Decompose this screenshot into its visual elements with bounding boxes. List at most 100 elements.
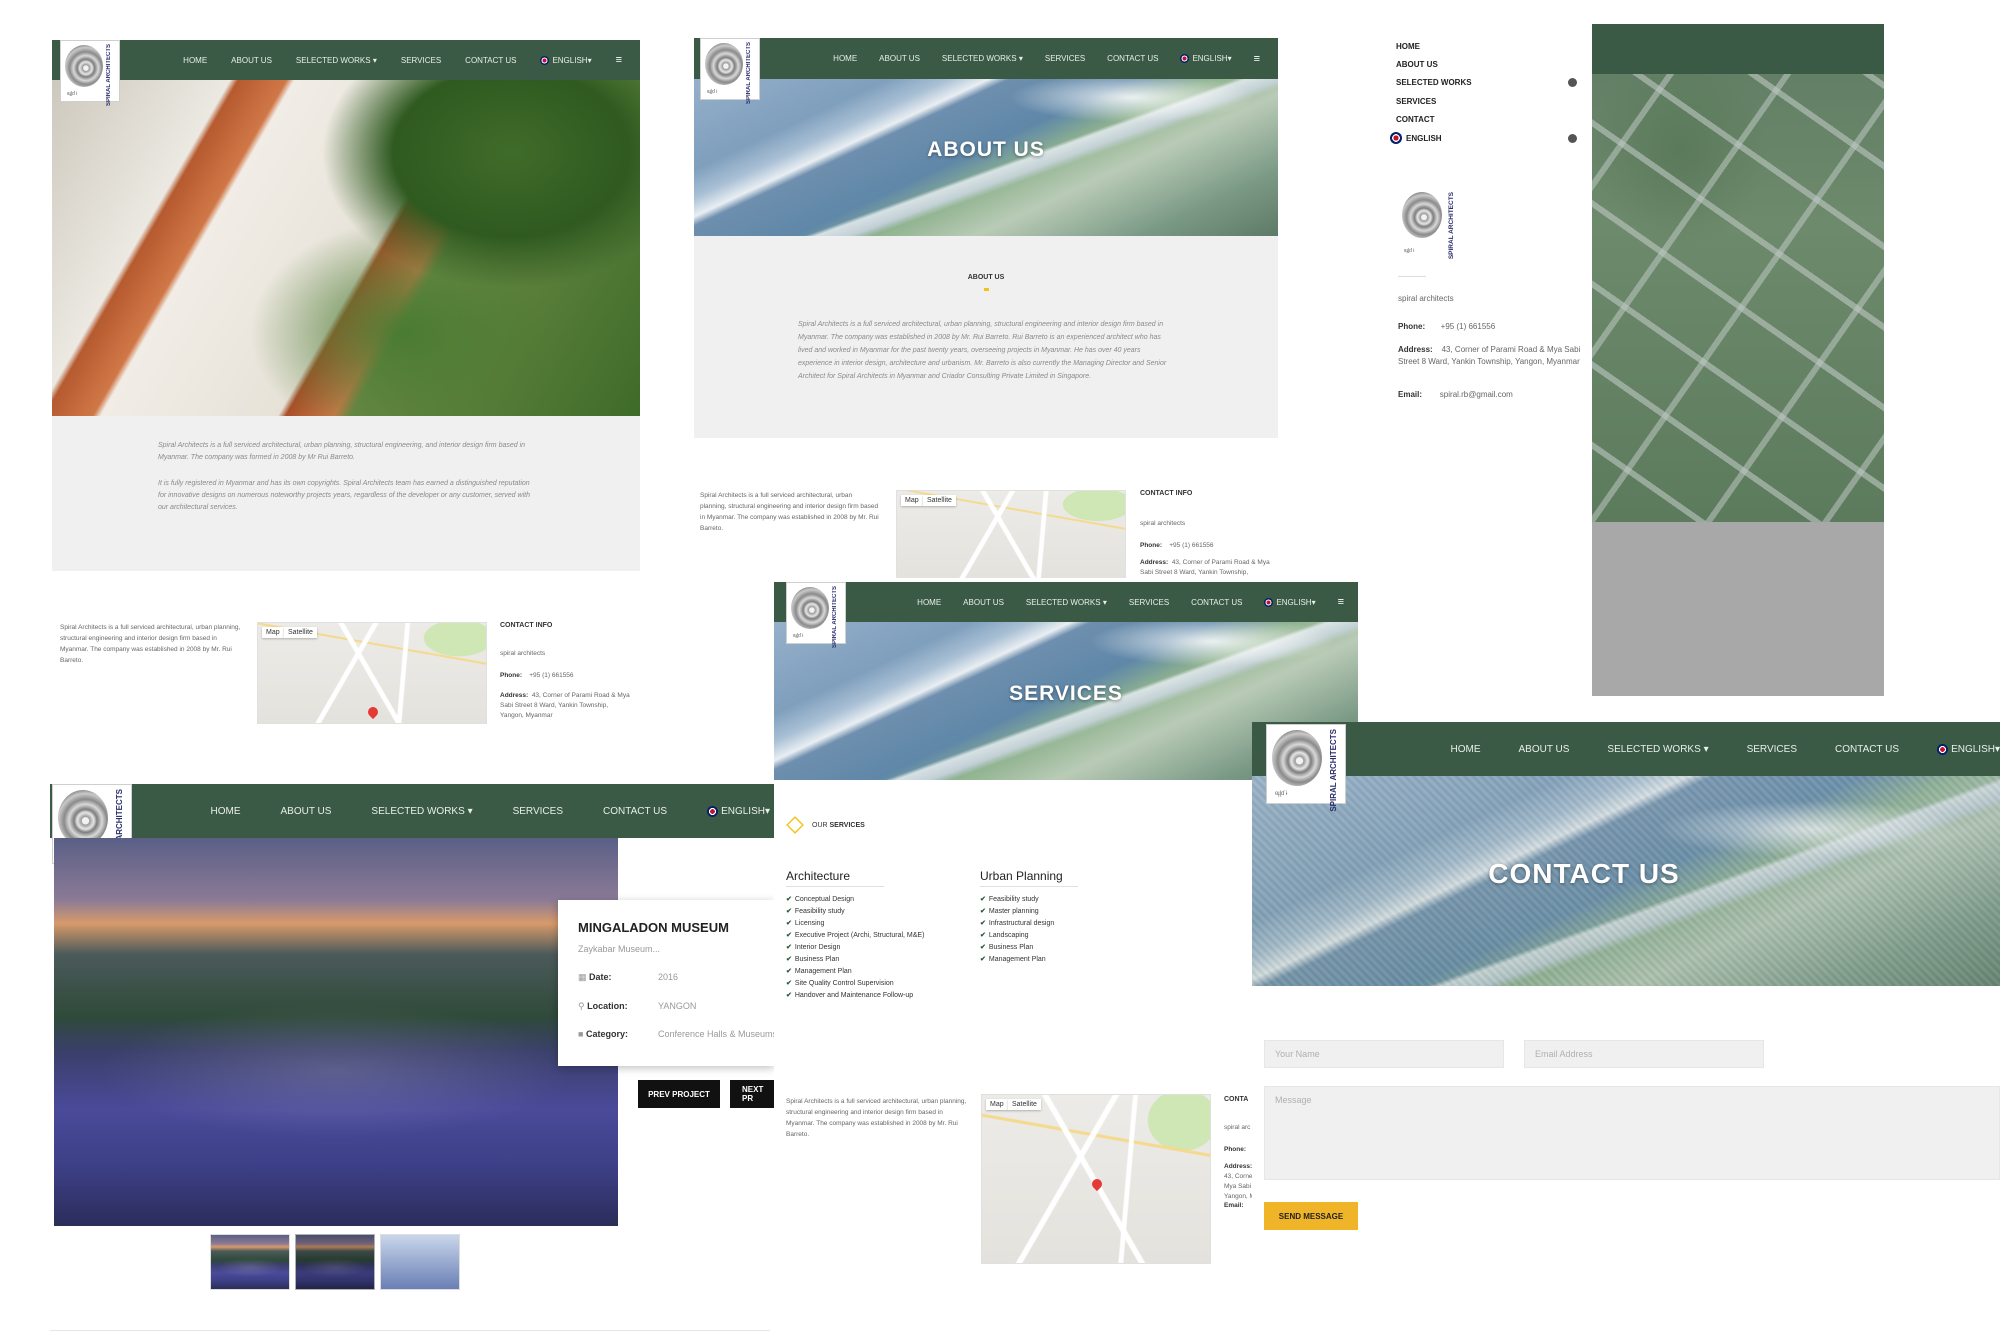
nav-home[interactable]: HOME	[210, 806, 240, 817]
screenshot-mobile-menu: HOME ABOUT US SELECTED WORKS SERVICES CO…	[1382, 24, 1884, 696]
menu-item-about[interactable]: ABOUT US	[1396, 60, 1438, 69]
message-textarea[interactable]: Message	[1264, 1086, 2000, 1180]
nav-services[interactable]: SERVICES	[1045, 54, 1085, 63]
nav-contact[interactable]: CONTACT US	[603, 806, 667, 817]
language-selector[interactable]: ENGLISH ▾	[540, 55, 592, 65]
nav-works-label: SELECTED WORKS	[295, 55, 371, 65]
address-value: 43, Corne Mya Sabi Yangon, M	[1224, 1173, 1255, 1200]
chevron-circle-down-icon[interactable]	[1568, 78, 1577, 87]
navbar: HOME ABOUT US SELECTED WORKS ▾ SERVICES …	[694, 38, 1278, 79]
menu-item-contact[interactable]: CONTACT	[1396, 115, 1435, 124]
map-tab-satellite[interactable]: Satellite	[1008, 1099, 1041, 1110]
list-item: ✔ Interior Design	[786, 944, 841, 951]
email-value[interactable]: spiral.rb@gmail.com	[1440, 390, 1513, 399]
language-selector[interactable]: ENGLISH ▾	[1937, 743, 2000, 755]
nav-about[interactable]: ABOUT US	[231, 56, 272, 65]
logo[interactable]: SPIRAL ARCHITECTS ɞɟɭɗ ɨ	[60, 40, 120, 106]
map-tab-satellite[interactable]: Satellite	[284, 627, 317, 638]
nav-works[interactable]: SELECTED WORKS ▾	[296, 56, 377, 65]
location-label: Location:	[587, 1001, 628, 1011]
nav-home[interactable]: HOME	[1450, 744, 1480, 755]
menu-item-home[interactable]: HOME	[1396, 42, 1420, 51]
name-input[interactable]: Your Name	[1264, 1040, 1504, 1068]
menu-language-label: ENGLISH	[1406, 133, 1442, 143]
language-selector[interactable]: ENGLISH ▾	[1180, 54, 1232, 63]
check-icon: ✔	[786, 980, 792, 987]
bottom-divider	[50, 1330, 770, 1331]
list-item: ✔ Conceptual Design	[786, 896, 855, 903]
nav-works[interactable]: SELECTED WORKS ▾	[371, 806, 472, 817]
project-thumbnail-3[interactable]	[380, 1234, 460, 1290]
nav-services[interactable]: SERVICES	[401, 56, 441, 65]
navbar: HOME ABOUT US SELECTED WORKS ▾ SERVICES …	[50, 784, 774, 838]
architecture-title: Architecture	[786, 869, 851, 883]
nav-services[interactable]: SERVICES	[513, 806, 563, 817]
uk-flag-icon	[540, 55, 550, 65]
location-map[interactable]: Map Satellite	[257, 622, 487, 724]
next-project-button[interactable]: NEXT PR	[730, 1080, 774, 1108]
list-item: ✔ Handover and Maintenance Follow-up	[786, 992, 914, 999]
contact-info-title: CONTACT INFO	[500, 622, 553, 629]
check-icon: ✔	[980, 896, 986, 903]
chevron-down-icon: ▾	[1311, 597, 1316, 607]
nav-about[interactable]: ABOUT US	[879, 54, 920, 63]
language-selector[interactable]: ENGLISH ▾	[707, 805, 770, 817]
date-row: ▦ Date: 2016	[578, 972, 678, 983]
prev-project-button[interactable]: PREV PROJECT	[638, 1080, 720, 1108]
email-input[interactable]: Email Address	[1524, 1040, 1764, 1068]
language-selector[interactable]: ENGLISH ▾	[1264, 597, 1316, 607]
language-label: ENGLISH	[1951, 743, 1995, 755]
menu-item-works[interactable]: SELECTED WORKS	[1396, 78, 1472, 87]
nav-works[interactable]: SELECTED WORKS ▾	[1607, 744, 1708, 755]
language-label: ENGLISH	[1192, 54, 1228, 63]
nav-works[interactable]: SELECTED WORKS ▾	[1026, 598, 1107, 607]
nav-contact[interactable]: CONTACT US	[1107, 54, 1158, 63]
phone-label: Phone:	[1398, 322, 1426, 331]
nav-home[interactable]: HOME	[833, 54, 857, 63]
menu-item-language[interactable]: ENGLISH	[1390, 132, 1442, 144]
nav-home[interactable]: HOME	[917, 598, 941, 607]
nav-about[interactable]: ABOUT US	[280, 806, 331, 817]
divider	[1398, 276, 1426, 277]
project-thumbnail-2[interactable]	[295, 1234, 375, 1290]
logo[interactable]: SPIRAL ARCHITECTS ɞɟɭɗ ɨ	[786, 582, 846, 648]
check-icon: ✔	[786, 944, 792, 951]
nav-about[interactable]: ABOUT US	[1518, 744, 1569, 755]
nav-works[interactable]: SELECTED WORKS ▾	[942, 54, 1023, 63]
phone-row: Phone: +95 (1) 661556	[500, 672, 574, 679]
map-tab-map[interactable]: Map	[986, 1099, 1008, 1110]
map-tab-satellite[interactable]: Satellite	[923, 495, 956, 506]
intro-paragraph-1: Spiral Architects is a full serviced arc…	[158, 442, 526, 461]
send-message-button[interactable]: SEND MESSAGE	[1264, 1202, 1358, 1230]
location-map[interactable]: Map Satellite	[981, 1094, 1211, 1264]
nav-services[interactable]: SERVICES	[1747, 744, 1797, 755]
project-main-image[interactable]	[54, 838, 618, 1226]
project-thumbnail-1[interactable]	[210, 1234, 290, 1290]
location-value: YANGON	[658, 1001, 697, 1011]
urban-planning-list: ✔ Feasibility study ✔ Master planning ✔ Inf…	[980, 894, 1054, 966]
menu-icon[interactable]: ≡	[1254, 53, 1260, 65]
logo[interactable]: SPIRAL ARCHITECTS ɞɟɭɗ ɨ	[700, 38, 760, 104]
logo[interactable]: SPIRAL ARCHITECTS ɞɟɭɗ ɨ	[1266, 724, 1346, 812]
logo[interactable]: SPIRAL ARCHITECTS ɞɟɭɗ ɨ	[1400, 188, 1460, 262]
menu-icon[interactable]: ≡	[616, 54, 622, 66]
folder-icon: ■	[578, 1029, 584, 1039]
nav-about[interactable]: ABOUT US	[963, 598, 1004, 607]
navbar: HOME ABOUT US SELECTED WORKS ▾ SERVICES …	[52, 40, 640, 80]
nav-services[interactable]: SERVICES	[1129, 598, 1169, 607]
logo-brand: SPIRAL ARCHITECTS	[1329, 729, 1338, 812]
map-tab-map[interactable]: Map	[901, 495, 923, 506]
nav-home[interactable]: HOME	[183, 56, 207, 65]
nav-contact[interactable]: CONTACT US	[1191, 598, 1242, 607]
location-map[interactable]: Map Satellite	[896, 490, 1126, 578]
phone-value: +95 (1) 661556	[1440, 322, 1496, 331]
chevron-circle-down-icon[interactable]	[1568, 134, 1577, 143]
category-value: Conference Halls & Museums	[658, 1029, 774, 1039]
uk-flag-icon	[1390, 132, 1402, 144]
menu-item-services[interactable]: SERVICES	[1396, 97, 1436, 106]
nav-contact[interactable]: CONTACT US	[465, 56, 516, 65]
nav-contact[interactable]: CONTACT US	[1835, 744, 1899, 755]
menu-icon[interactable]: ≡	[1338, 596, 1344, 608]
check-icon: ✔	[786, 896, 792, 903]
map-tab-map[interactable]: Map	[262, 627, 284, 638]
